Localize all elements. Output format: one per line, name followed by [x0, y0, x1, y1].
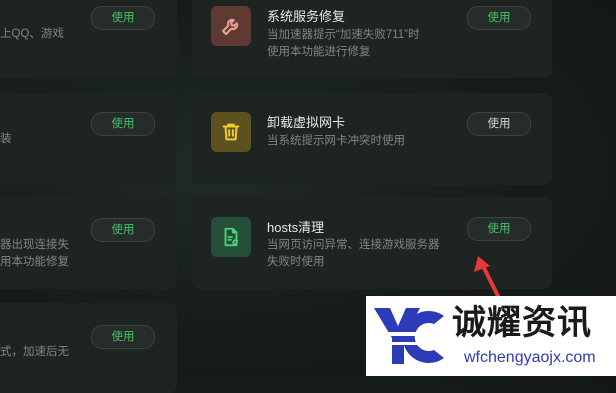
tool-card-uninstall-virtual-nic: 卸载虚拟网卡 当系统提示网卡冲突时使用 使用	[192, 93, 552, 185]
tool-card-description: 当加速器提示“加速失败711”时 使用本功能进行修复	[267, 29, 420, 58]
use-button[interactable]: 使用	[467, 112, 531, 136]
tool-card-description: 器出现连接失 用本功能修复	[0, 239, 69, 268]
tool-card-3: 器出现连接失 用本功能修复 使用	[0, 197, 177, 289]
trash-icon	[211, 112, 251, 152]
annotation-arrow-icon	[474, 256, 500, 298]
tool-card-description: 当系统提示网卡冲突时使用	[267, 135, 405, 147]
watermark-title: 诚耀资讯	[452, 304, 592, 342]
document-clean-icon	[211, 217, 251, 257]
watermark-banner: 诚耀资讯 wfchengyaojx.com	[366, 296, 616, 376]
tool-card-description: 装	[0, 133, 12, 145]
use-button[interactable]: 使用	[91, 112, 155, 136]
tool-card-title: 卸载虚拟网卡	[267, 115, 346, 130]
use-button[interactable]: 使用	[467, 217, 531, 241]
tool-card-system-service-repair: 系统服务修复 当加速器提示“加速失败711”时 使用本功能进行修复 使用	[192, 0, 552, 78]
tool-card-title: hosts清理	[267, 220, 325, 235]
wrench-icon	[211, 6, 251, 46]
use-button[interactable]: 使用	[91, 325, 155, 349]
use-button[interactable]: 使用	[91, 218, 155, 242]
tool-card-1: 上QQ、游戏 使用	[0, 0, 177, 78]
tool-card-description: 式，加速后无	[0, 346, 69, 358]
watermark-logo-icon	[374, 308, 444, 364]
tool-card-4: 式，加速后无 使用	[0, 303, 177, 393]
use-button[interactable]: 使用	[91, 6, 155, 30]
use-button[interactable]: 使用	[467, 6, 531, 30]
tool-card-description: 上QQ、游戏	[0, 28, 64, 40]
tool-card-title: 系统服务修复	[267, 9, 346, 24]
tool-card-2: 装 使用	[0, 93, 177, 185]
watermark-url: wfchengyaojx.com	[464, 349, 596, 366]
tool-card-description: 当网页访问异常、连接游戏服务器 失败时使用	[267, 239, 440, 268]
